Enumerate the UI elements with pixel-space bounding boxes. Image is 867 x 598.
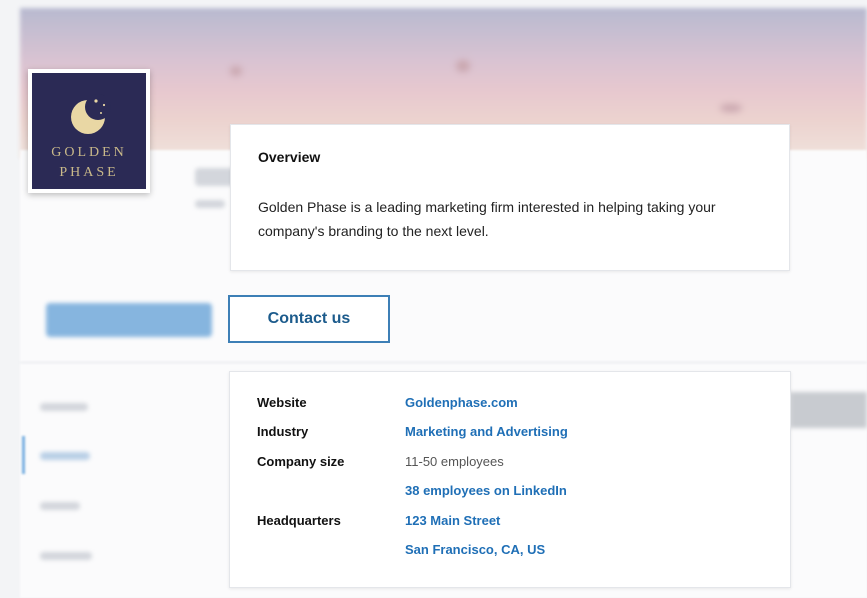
logo-text-golden: GOLDEN <box>51 145 127 160</box>
website-link[interactable]: Goldenphase.com <box>405 395 518 410</box>
detail-row-industry: Industry Marketing and Advertising <box>230 424 790 446</box>
background-tab-people <box>40 552 92 560</box>
background-name-blur <box>195 168 235 186</box>
detail-row-website: Website Goldenphase.com <box>230 395 790 417</box>
website-label: Website <box>257 395 307 410</box>
headquarters-street-link[interactable]: 123 Main Street <box>405 513 500 528</box>
logo-text-phase: PHASE <box>59 165 119 180</box>
overview-description: Golden Phase is a leading marketing firm… <box>258 199 716 239</box>
background-tagline-blur <box>195 200 225 208</box>
overview-title: Overview <box>258 149 321 165</box>
industry-label: Industry <box>257 424 309 439</box>
background-divider <box>20 362 867 363</box>
headquarters-label: Headquarters <box>257 513 341 528</box>
background-tab-indicator <box>22 436 25 474</box>
background-tab-about <box>40 452 90 460</box>
detail-row-company-size: Company size 11-50 employees <box>230 454 790 476</box>
contact-us-button[interactable]: Contact us <box>228 295 390 343</box>
background-follow-button <box>46 303 212 337</box>
background-right-button <box>790 392 867 428</box>
detail-row-headquarters-city: San Francisco, CA, US <box>230 542 790 564</box>
headquarters-city-link[interactable]: San Francisco, CA, US <box>405 542 545 557</box>
background-tab-jobs <box>40 502 80 510</box>
company-size-label: Company size <box>257 454 345 469</box>
company-size-value: 11-50 employees <box>405 454 504 469</box>
background-tab-home <box>40 403 88 411</box>
overview-card: Overview Golden Phase is a leading marke… <box>230 124 790 271</box>
logo-background: GOLDEN PHASE <box>32 73 146 189</box>
industry-link[interactable]: Marketing and Advertising <box>405 424 568 439</box>
detail-row-employees: 38 employees on LinkedIn <box>230 483 790 505</box>
company-logo: GOLDEN PHASE <box>28 69 150 193</box>
detail-row-headquarters: Headquarters 123 Main Street <box>230 513 790 535</box>
company-details-card: Website Goldenphase.com Industry Marketi… <box>229 371 791 588</box>
employees-on-linkedin-link[interactable]: 38 employees on LinkedIn <box>405 483 567 498</box>
moon-icon <box>71 94 111 134</box>
company-page: GOLDEN PHASE Overview Golden Phase is a … <box>0 0 867 598</box>
